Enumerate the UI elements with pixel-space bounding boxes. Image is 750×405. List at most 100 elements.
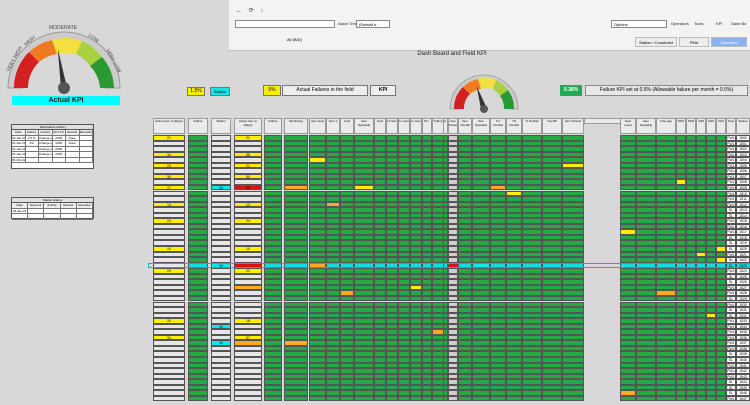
downstream-status-cell[interactable] [340, 201, 354, 208]
downstream-status-cell[interactable] [422, 190, 432, 197]
multifeed-status-cell[interactable] [438, 168, 448, 174]
multifeed-status-cell[interactable] [542, 184, 562, 191]
item-status-cell[interactable] [686, 184, 696, 191]
multifeed-status-cell[interactable] [562, 273, 584, 280]
multifeed-status-cell[interactable] [472, 340, 490, 346]
item-status-cell[interactable] [686, 234, 696, 241]
failure-cell-2[interactable] [188, 146, 208, 152]
station-cell[interactable]: 1512 [736, 201, 750, 208]
item-status-cell[interactable] [716, 146, 726, 152]
action-days-cell[interactable] [234, 146, 262, 152]
downstream-status-cell[interactable] [374, 312, 386, 319]
multifeed-status-cell[interactable] [472, 273, 490, 280]
item-status-cell[interactable] [686, 290, 696, 296]
item-status-cell[interactable] [620, 251, 636, 258]
downstream-status-cell[interactable] [326, 279, 340, 285]
downstream-status-cell[interactable] [386, 295, 398, 302]
multifeed-status-cell[interactable] [428, 151, 438, 158]
failure-cell-2[interactable] [188, 284, 208, 291]
item-status-cell[interactable] [656, 312, 676, 319]
item-status-cell[interactable] [706, 251, 716, 258]
item-status-cell[interactable] [636, 323, 656, 330]
multifeed-status-cell[interactable] [438, 229, 448, 235]
downstream-status-cell[interactable] [410, 179, 422, 185]
failure-cell-2[interactable] [188, 234, 208, 241]
item-status-cell[interactable] [656, 268, 676, 274]
station-cell[interactable]: 1535 [736, 329, 750, 335]
downstream-status-cell[interactable] [309, 162, 326, 169]
downstream-status-cell[interactable] [410, 284, 422, 291]
multifeed-status-cell[interactable] [522, 307, 542, 313]
failure-cell[interactable] [264, 318, 282, 324]
downstream-status-cell[interactable] [326, 229, 340, 235]
failure-cell-2[interactable] [188, 373, 208, 380]
multifeed-status-cell[interactable] [506, 395, 522, 402]
downstream-status-cell[interactable] [432, 140, 444, 147]
item-status-cell[interactable] [636, 312, 656, 319]
multifeed-status-cell[interactable] [562, 284, 584, 291]
monitoring-cell[interactable] [284, 212, 308, 219]
failure-cell[interactable] [264, 345, 282, 352]
station-flag-cell[interactable] [211, 190, 231, 197]
multifeed-status-cell[interactable] [438, 196, 448, 202]
downstream-status-cell[interactable] [374, 196, 386, 202]
downstream-status-cell[interactable] [410, 323, 422, 330]
downstream-status-cell[interactable] [410, 279, 422, 285]
multifeed-status-cell[interactable] [490, 162, 506, 169]
multifeed-status-cell[interactable] [428, 157, 438, 163]
downstream-status-cell[interactable] [309, 373, 326, 380]
item-status-cell[interactable] [676, 240, 686, 246]
action-days-cell-2[interactable]: 13 [153, 201, 185, 208]
multifeed-status-cell[interactable] [428, 290, 438, 296]
multifeed-status-cell[interactable] [448, 323, 458, 330]
multifeed-status-cell[interactable] [448, 212, 458, 219]
downstream-status-cell[interactable] [398, 290, 410, 296]
item-status-cell[interactable] [676, 146, 686, 152]
item-status-cell[interactable] [686, 229, 696, 235]
multifeed-status-cell[interactable] [458, 323, 472, 330]
downstream-status-cell[interactable] [309, 218, 326, 224]
downstream-status-cell[interactable] [432, 329, 444, 335]
multifeed-status-cell[interactable] [490, 318, 506, 324]
item-status-cell[interactable] [706, 257, 716, 263]
multifeed-status-cell[interactable] [448, 240, 458, 246]
downstream-status-cell[interactable] [410, 223, 422, 230]
downstream-status-cell[interactable] [354, 379, 374, 385]
station-cell[interactable]: 1531 [736, 307, 750, 313]
downstream-status-cell[interactable] [374, 345, 386, 352]
downstream-status-cell[interactable] [326, 284, 340, 291]
tab-overview[interactable]: Overview [711, 37, 747, 47]
multifeed-status-cell[interactable] [458, 207, 472, 213]
item-status-cell[interactable] [696, 240, 706, 246]
failure-cell[interactable] [264, 351, 282, 357]
multifeed-status-cell[interactable] [522, 273, 542, 280]
station-cell[interactable]: 1514 [736, 212, 750, 219]
item-status-cell[interactable] [636, 390, 656, 396]
station-cell[interactable]: 1520 [736, 246, 750, 252]
action-days-cell[interactable] [234, 351, 262, 357]
downstream-status-cell[interactable] [398, 384, 410, 391]
multifeed-status-cell[interactable] [472, 201, 490, 208]
action-days-cell-2[interactable]: 30 [153, 173, 185, 180]
item-status-cell[interactable] [686, 284, 696, 291]
item-status-cell[interactable] [656, 390, 676, 396]
downstream-status-cell[interactable] [354, 190, 374, 197]
item-status-cell[interactable] [636, 268, 656, 274]
downstream-status-cell[interactable] [410, 373, 422, 380]
item-status-cell[interactable] [656, 351, 676, 357]
multifeed-status-cell[interactable] [490, 201, 506, 208]
multifeed-status-cell[interactable] [438, 340, 448, 346]
failure-cell[interactable] [264, 262, 282, 269]
downstream-status-cell[interactable] [422, 146, 432, 152]
downstream-status-cell[interactable] [386, 218, 398, 224]
item-status-cell[interactable] [676, 284, 686, 291]
station-flag-cell[interactable] [211, 273, 231, 280]
item-status-cell[interactable] [656, 384, 676, 391]
multifeed-status-cell[interactable] [438, 390, 448, 396]
multifeed-status-cell[interactable] [562, 135, 584, 141]
item-status-cell[interactable] [716, 329, 726, 335]
downstream-status-cell[interactable] [410, 218, 422, 224]
downstream-status-cell[interactable] [386, 268, 398, 274]
multifeed-status-cell[interactable] [428, 135, 438, 141]
monitoring-cell[interactable] [284, 390, 308, 396]
